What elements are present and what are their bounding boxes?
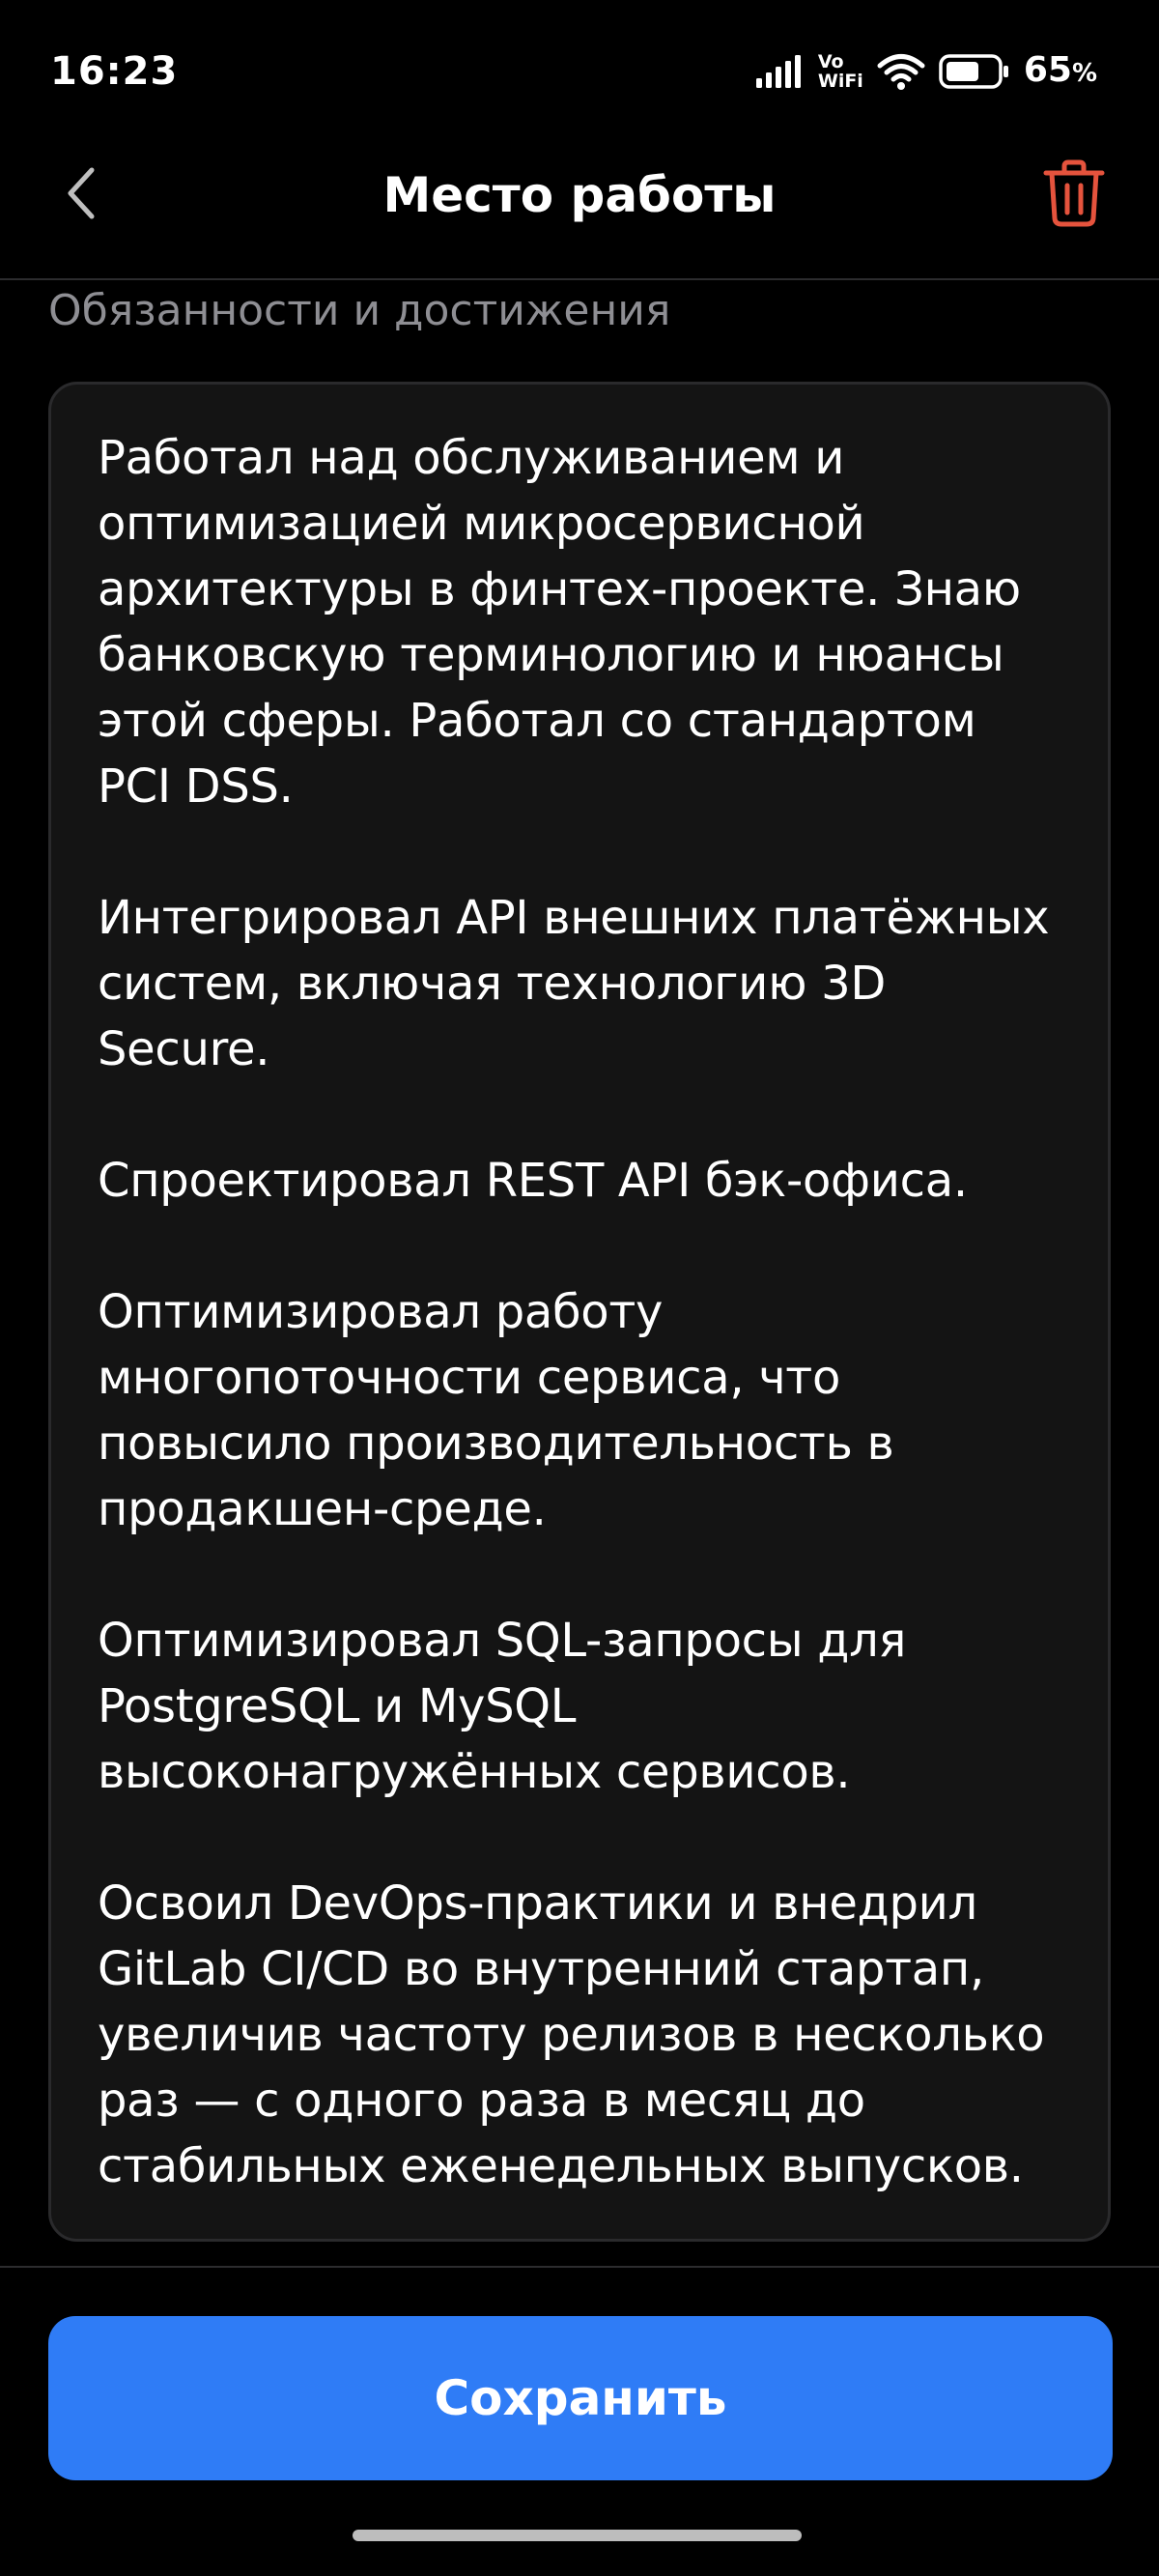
save-button[interactable]: Сохранить — [48, 2316, 1113, 2480]
trash-icon — [1042, 158, 1106, 232]
status-bar: 16:23 Vo WiFi 65% — [0, 0, 1159, 135]
battery-percentage: 65% — [1024, 42, 1097, 102]
section-label: Обязанности и достижения — [48, 286, 671, 335]
wifi-icon — [877, 53, 925, 90]
page-title: Место работы — [382, 167, 777, 223]
battery-fill — [946, 62, 978, 81]
paragraph: Работал над обслуживанием и оптимизацией… — [98, 431, 1021, 814]
vowifi-vo: Vo — [817, 51, 844, 72]
textarea-content: Работал над обслуживанием и оптимизацией… — [98, 425, 1061, 2199]
paragraph: Освоил DevOps-практики и внедрил GitLab … — [98, 1876, 1045, 2193]
delete-button[interactable] — [1035, 137, 1113, 253]
bottom-divider — [0, 2266, 1159, 2268]
paragraph: Интегрировал API внешних платёжных систе… — [98, 891, 1050, 1076]
home-indicator[interactable] — [353, 2530, 802, 2541]
battery-unit: % — [1071, 58, 1097, 88]
signal-icon — [755, 55, 805, 88]
paragraph: Оптимизировал работу многопоточности сер… — [98, 1285, 894, 1536]
responsibilities-textarea[interactable]: Работал над обслуживанием и оптимизацией… — [48, 382, 1111, 2242]
battery-icon — [939, 54, 1010, 89]
header: Место работы — [0, 116, 1159, 280]
status-indicators: Vo WiFi 65% — [755, 42, 1097, 102]
paragraph: Оптимизировал SQL-запросы для PostgreSQL… — [98, 1614, 907, 1799]
battery-value: 65 — [1023, 49, 1072, 90]
paragraph: Спроектировал REST API бэк-офиса. — [98, 1154, 968, 1208]
vowifi-wifi: WiFi — [817, 71, 863, 92]
vowifi-indicator: Vo WiFi — [818, 52, 863, 91]
status-time: 16:23 — [50, 49, 179, 94]
